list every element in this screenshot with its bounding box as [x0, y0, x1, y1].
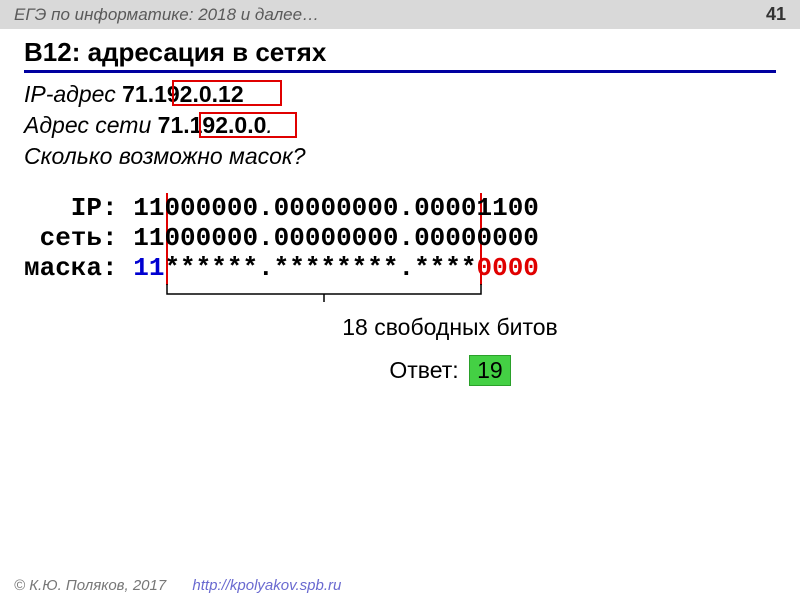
- binary-label: IP:: [24, 193, 133, 223]
- binary-ip-row: IP: 11000000.00000000.00001100: [24, 194, 776, 224]
- header-subject: ЕГЭ по информатике: 2018 и далее…: [14, 5, 319, 25]
- bracket-icon: [166, 284, 482, 302]
- answer-label: Ответ:: [389, 357, 458, 383]
- binary-seg: 0000: [477, 223, 539, 253]
- net-value-post: .: [266, 112, 272, 138]
- binary-seg: 11: [133, 223, 164, 253]
- answer-row: Ответ: 19: [24, 355, 776, 386]
- answer-value: 19: [469, 355, 511, 386]
- binary-seg-free: ******.********.****: [164, 253, 476, 283]
- binary-label: сеть:: [24, 223, 133, 253]
- net-value-pre: 71.: [158, 112, 190, 138]
- binary-seg-fixed: 11: [133, 253, 164, 283]
- copyright: © К.Ю. Поляков, 2017: [14, 577, 166, 594]
- ip-line: IP-адрес 71.192.0.12: [24, 79, 776, 110]
- binary-block: IP: 11000000.00000000.00001100 сеть: 110…: [24, 194, 776, 284]
- slide-title: B12: адресация в сетях: [24, 37, 776, 73]
- binary-seg-zero: 0000: [477, 253, 539, 283]
- header-bar: ЕГЭ по информатике: 2018 и далее… 41: [0, 0, 800, 29]
- footer: © К.Ю. Поляков, 2017 http://kpolyakov.sp…: [14, 577, 341, 594]
- binary-seg: 11: [133, 193, 164, 223]
- free-bits-caption: 18 свободных битов: [24, 314, 776, 341]
- ip-label: IP-адрес: [24, 81, 122, 107]
- binary-mask-row: маска: 11******.********.****0000: [24, 254, 776, 284]
- page-number: 41: [766, 4, 786, 25]
- binary-seg: 000000.00000000.0000: [164, 193, 476, 223]
- binary-seg: 000000.00000000.0000: [164, 223, 476, 253]
- ip-value: 71.192.0.12: [122, 81, 244, 107]
- slide-content: B12: адресация в сетях IP-адрес 71.192.0…: [0, 29, 800, 386]
- footer-link: http://kpolyakov.spb.ru: [192, 577, 341, 594]
- binary-label: маска:: [24, 253, 133, 283]
- net-value-box: 192.0.0: [190, 112, 267, 138]
- net-label: Адрес сети: [24, 112, 158, 138]
- network-line: Адрес сети 71.192.0.0.: [24, 110, 776, 141]
- question-line: Сколько возможно масок?: [24, 141, 776, 172]
- binary-net-row: сеть: 11000000.00000000.00000000: [24, 224, 776, 254]
- binary-seg: 1100: [477, 193, 539, 223]
